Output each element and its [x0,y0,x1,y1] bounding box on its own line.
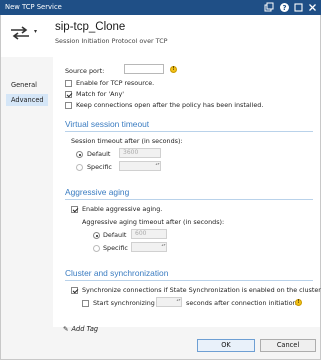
sidebar: General Advanced [1,57,53,357]
start-sync-spinner: ▴▾ [176,297,181,302]
help-icon[interactable]: ! [170,66,177,73]
session-default-label: Default [87,150,111,158]
session-default-radio[interactable] [76,151,83,158]
aggressive-timeout-label: Aggressive aging timeout after (in secon… [82,218,225,226]
cluster-sync-heading: Cluster and synchronization [65,268,169,278]
enable-tcp-label: Enable for TCP resource. [76,79,155,87]
source-port-label: Source port: [65,67,105,75]
help-icon[interactable]: ? [279,2,290,13]
keep-open-checkbox[interactable] [65,102,72,109]
session-specific-radio[interactable] [76,164,83,171]
advanced-panel: Source port: ! Enable for TCP resource. … [53,57,321,327]
sidebar-item-advanced[interactable]: Advanced [6,94,48,106]
service-type-dropdown[interactable]: ▾ [34,28,37,35]
section-divider [65,199,313,200]
session-default-value: 3600 [119,148,161,158]
tag-icon: ✎ [63,325,69,333]
aggressive-default-value: 600 [131,229,167,239]
virtual-session-heading: Virtual session timeout [65,119,150,129]
service-arrows-icon [9,26,31,40]
window-title: New TCP Service [5,3,62,11]
match-any-label: Match for 'Any' [76,90,125,98]
source-port-input[interactable] [124,64,164,74]
section-divider [65,131,313,132]
sync-connections-checkbox[interactable] [71,287,78,294]
session-specific-spinner: ▴▾ [155,161,160,166]
start-sync-label: Start synchronizing [93,299,155,307]
enable-aggressive-checkbox[interactable] [71,206,78,213]
session-timeout-label: Session timeout after (in seconds): [71,137,183,145]
window-titlebar: New TCP Service ? [0,0,321,15]
sync-connections-label: Synchronize connections if State Synchro… [82,286,321,294]
aggressive-aging-heading: Aggressive aging [65,187,130,197]
maximize-icon[interactable] [293,2,304,13]
add-tag-label: Add Tag [71,325,99,333]
match-any-checkbox[interactable] [65,91,72,98]
aggressive-specific-spinner: ▴▾ [161,242,166,247]
sidebar-item-general[interactable]: General [6,79,48,91]
close-icon[interactable] [307,2,318,13]
dialog-body: ▾ sip-tcp_Clone Session Initiation Proto… [0,15,321,360]
section-divider [65,280,313,281]
object-header: ▾ sip-tcp_Clone Session Initiation Proto… [1,15,320,57]
start-sync-suffix: seconds after connection initiation. [186,299,299,307]
enable-aggressive-label: Enable aggressive aging. [82,205,163,213]
add-tag-link[interactable]: ✎ Add Tag [63,325,98,333]
cancel-button[interactable]: Cancel [260,339,316,352]
enable-tcp-checkbox[interactable] [65,80,72,87]
aggressive-default-radio[interactable] [93,232,100,239]
aggressive-specific-label: Specific [103,244,128,252]
aggressive-specific-radio[interactable] [93,245,100,252]
object-description[interactable]: Session Initiation Protocol over TCP [55,37,168,45]
start-sync-checkbox[interactable] [82,300,89,307]
aggressive-default-label: Default [103,231,127,239]
keep-open-label: Keep connections open after the policy h… [76,101,264,109]
help-icon[interactable]: ! [295,299,302,306]
session-specific-label: Specific [87,163,112,171]
svg-text:?: ? [282,4,286,12]
ok-button[interactable]: OK [197,339,255,352]
object-name[interactable]: sip-tcp_Clone [55,21,125,33]
window-back-icon[interactable] [263,2,274,13]
